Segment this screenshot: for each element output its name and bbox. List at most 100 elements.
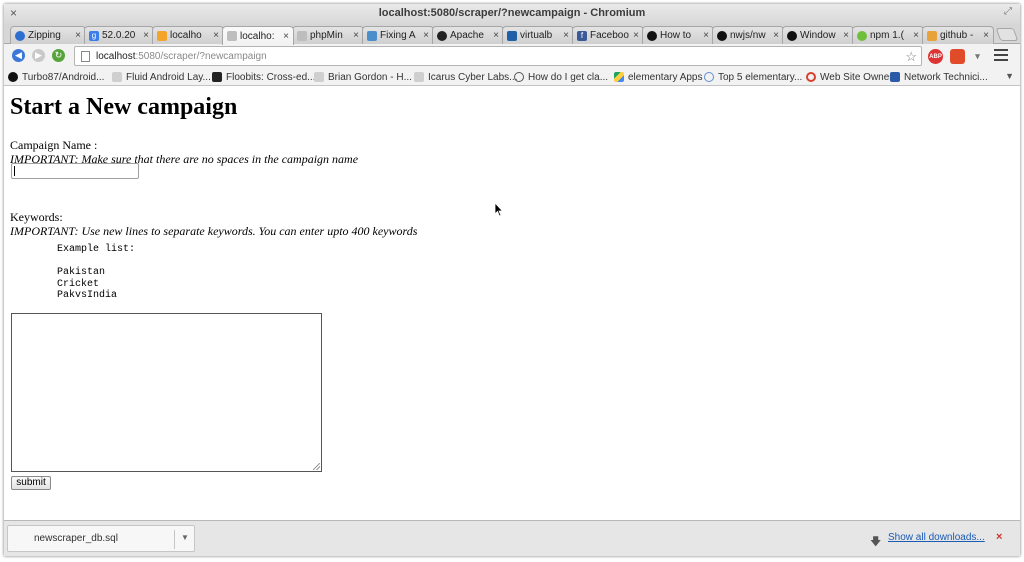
bookmark-label: elementary Apps [628, 71, 703, 83]
tab-close-icon[interactable]: × [283, 31, 289, 42]
tab-label: Faceboo [590, 30, 629, 41]
tab-localhost-active[interactable]: localho: × [222, 26, 294, 45]
tab-github-search[interactable]: github - × [922, 26, 994, 44]
bookmark-label: Icarus Cyber Labs... [428, 71, 518, 83]
example-keyword-list: Example list: Pakistan Cricket PakvsIndi… [57, 244, 136, 301]
tab-label: nwjs/nw [730, 30, 766, 41]
tab-label: phpMin [310, 30, 343, 41]
tab-close-icon[interactable]: × [773, 30, 779, 41]
floobits-icon [212, 72, 222, 82]
tab-close-icon[interactable]: × [423, 30, 429, 41]
bookmark-star-icon[interactable]: ☆ [905, 49, 917, 65]
npm-icon [857, 30, 867, 41]
tab-close-icon[interactable]: × [213, 30, 219, 41]
page-icon [227, 31, 237, 41]
tab-strip: Zipping × g 52.0.20 × localho × localho:… [4, 24, 1020, 45]
phpmyadmin-icon [157, 30, 167, 41]
keywords-label: Keywords: [10, 210, 63, 224]
extensions-dropdown-icon[interactable]: ▾ [970, 49, 985, 64]
keywords-textarea[interactable] [11, 313, 322, 472]
tab-close-icon[interactable]: × [633, 30, 639, 41]
download-item-divider [174, 530, 175, 549]
bookmarks-bar: Turbo87/Android... Fluid Android Lay... … [4, 68, 1020, 86]
show-all-downloads-link[interactable]: Show all downloads... [888, 532, 985, 543]
tab-close-icon[interactable]: × [913, 30, 919, 41]
blue-book-icon [890, 72, 900, 82]
tab-label: npm 1.( [870, 30, 904, 41]
bookmarks-overflow-chevron-icon[interactable]: ▼ [1005, 71, 1014, 81]
tab-google[interactable]: g 52.0.20 × [84, 26, 154, 44]
tab-phpmin[interactable]: phpMin × [292, 26, 364, 44]
tab-close-icon[interactable]: × [983, 30, 989, 41]
bookmark-label: Web Site Owner [820, 71, 893, 83]
forward-button[interactable]: ▶ [32, 49, 45, 62]
tab-close-icon[interactable]: × [563, 30, 569, 41]
bookmark-item[interactable]: Turbo87/Android... [8, 70, 104, 84]
bookmark-item[interactable]: Brian Gordon - H... [314, 70, 412, 84]
bookmark-item[interactable]: How do I get cla... [514, 70, 608, 84]
extension-red-icon[interactable] [950, 49, 965, 64]
bookmark-item[interactable]: Floobits: Cross-ed... [212, 70, 315, 84]
tab-npm[interactable]: npm 1.( × [852, 26, 924, 44]
download-shelf: newscraper_db.sql ▼ 🡇 Show all downloads… [4, 520, 1020, 556]
tab-close-icon[interactable]: × [353, 30, 359, 41]
tab-close-icon[interactable]: × [75, 30, 81, 41]
reload-button[interactable]: ↻ [52, 49, 65, 62]
tab-phpmyadmin[interactable]: localho × [152, 26, 224, 44]
url-host: localhost [96, 50, 136, 62]
bookmark-item[interactable]: elementary Apps [614, 70, 703, 84]
download-item[interactable]: newscraper_db.sql ▼ [7, 525, 195, 552]
tab-nwjs[interactable]: nwjs/nw × [712, 26, 784, 44]
page-title: Start a New campaign [10, 94, 238, 120]
globe-icon [704, 72, 714, 82]
browser-toolbar: ◀ ▶ ↻ localhost :5080/scraper/?newcampai… [4, 44, 1020, 68]
tab-close-icon[interactable]: × [493, 30, 499, 41]
page-content: Start a New campaign Campaign Name : IMP… [4, 86, 1020, 520]
submit-button[interactable]: submit [11, 476, 51, 490]
title-bar: × localhost:5080/scraper/?newcampaign - … [4, 4, 1020, 24]
tab-facebook[interactable]: f Faceboo × [572, 26, 644, 44]
tab-virtualbox[interactable]: virtualb × [502, 26, 574, 44]
new-tab-button[interactable] [995, 28, 1019, 41]
back-button[interactable]: ◀ [12, 49, 25, 62]
linux-icon [437, 30, 447, 41]
bookmark-item[interactable]: Fluid Android Lay... [112, 70, 211, 84]
window-maximize-button[interactable]: ⤢ [1004, 6, 1012, 17]
download-menu-chevron-icon[interactable]: ▼ [181, 533, 189, 542]
tab-close-icon[interactable]: × [143, 30, 149, 41]
tab-label: github - [940, 30, 974, 41]
tab-window[interactable]: Window × [782, 26, 854, 44]
github-icon [8, 72, 18, 82]
tab-label: Zipping [28, 30, 61, 41]
bookmark-label: Floobits: Cross-ed... [226, 71, 316, 83]
facebook-icon: f [577, 30, 587, 41]
tab-fixing[interactable]: Fixing A × [362, 26, 434, 44]
close-download-shelf-icon[interactable]: × [996, 531, 1002, 543]
bookmark-item[interactable]: Network Technici... [890, 70, 988, 84]
tab-label: 52.0.20 [102, 30, 136, 41]
bookmark-item[interactable]: Top 5 elementary... [704, 70, 802, 84]
campaign-name-label: Campaign Name : [10, 138, 98, 152]
page-icon [112, 72, 122, 82]
tab-apache[interactable]: Apache × [432, 26, 504, 44]
window-title: localhost:5080/scraper/?newcampaign - Ch… [378, 7, 646, 19]
tab-how-to[interactable]: How to × [642, 26, 714, 44]
address-bar[interactable]: localhost :5080/scraper/?newcampaign ☆ [74, 46, 922, 66]
page-icon [81, 50, 90, 62]
page-icon [414, 72, 424, 82]
bookmark-item[interactable]: Icarus Cyber Labs... [414, 70, 517, 84]
tab-close-icon[interactable]: × [703, 30, 709, 41]
download-arrow-icon: 🡇 [870, 536, 882, 548]
tab-close-icon[interactable]: × [843, 30, 849, 41]
page-icon [297, 30, 307, 41]
adblock-plus-icon[interactable]: ABP [928, 49, 943, 64]
url-path: :5080/scraper/?newcampaign [135, 50, 267, 62]
bookmark-label: Fluid Android Lay... [126, 71, 211, 83]
bookmark-item[interactable]: Web Site Owner [806, 70, 893, 84]
tab-zipping[interactable]: Zipping × [10, 26, 86, 44]
campaign-name-input[interactable] [11, 163, 139, 179]
github-icon [717, 30, 727, 41]
search-icon [927, 30, 937, 41]
chrome-menu-icon[interactable] [994, 49, 1008, 61]
opera-icon [806, 72, 816, 82]
